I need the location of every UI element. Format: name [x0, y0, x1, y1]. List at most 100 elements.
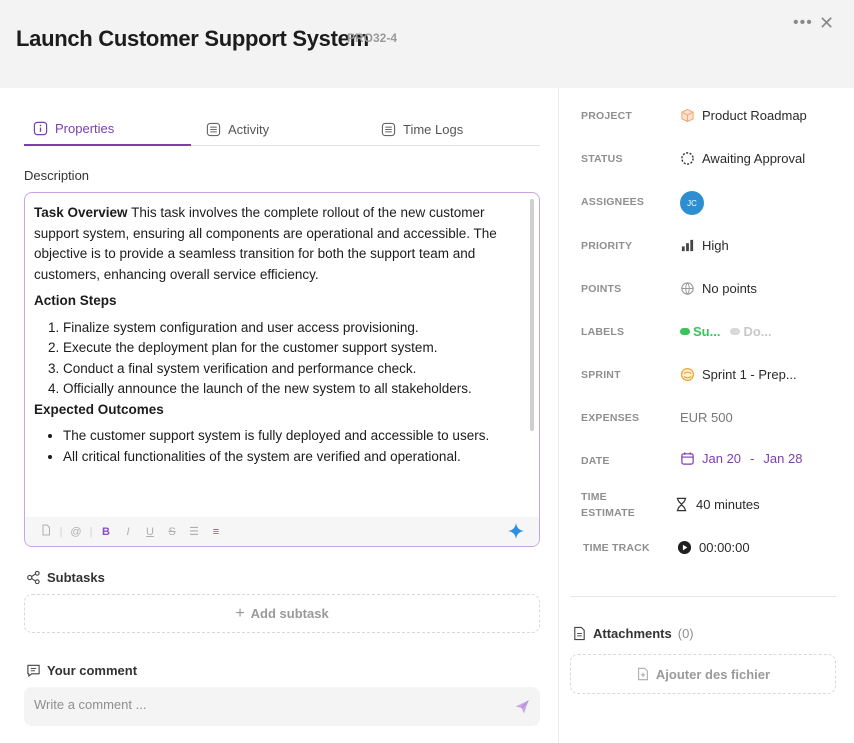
label-dot — [680, 328, 690, 335]
label-text: Su... — [693, 324, 721, 339]
avatar[interactable]: JC — [680, 191, 704, 215]
comment-label: Your comment — [47, 663, 138, 678]
ai-sparkle-icon[interactable] — [507, 522, 525, 540]
priority-bars-icon — [681, 239, 694, 252]
editor-toolbar: | @ | B I U S ☰ ≡ — [25, 517, 539, 546]
list-icon — [206, 122, 221, 136]
time-estimate-label-line1: TIME — [581, 491, 607, 503]
add-files-button[interactable]: Ajouter des fichier — [570, 654, 836, 694]
expenses-value[interactable]: EUR 500 — [680, 410, 733, 425]
status-pending-icon — [681, 152, 694, 165]
project-name: Product Roadmap — [702, 108, 807, 123]
sprint-label: SPRINT — [581, 369, 621, 381]
bold-button[interactable]: B — [95, 526, 117, 538]
attachments-count: (0) — [677, 626, 694, 641]
tab-properties-label: Properties — [55, 120, 115, 136]
attach-file-icon[interactable] — [35, 524, 57, 539]
overview-paragraph: Task Overview This task involves the com… — [34, 203, 513, 285]
expenses-label: EXPENSES — [581, 412, 640, 424]
points-value[interactable]: No points — [680, 281, 757, 296]
file-add-icon — [638, 667, 648, 681]
info-icon — [33, 121, 48, 135]
tab-time-logs[interactable]: Time Logs — [381, 112, 463, 146]
status-text: Awaiting Approval — [702, 151, 806, 166]
numbered-list-button[interactable]: ≡ — [205, 526, 227, 538]
editor-scrollbar[interactable] — [530, 199, 534, 431]
list-item: Execute the deployment plan for the cust… — [63, 338, 513, 359]
project-value[interactable]: Product Roadmap — [680, 108, 807, 123]
expected-outcomes-list: The customer support system is fully dep… — [34, 426, 513, 467]
list-item: All critical functionalities of the syst… — [63, 447, 513, 468]
italic-button[interactable]: I — [117, 526, 139, 538]
priority-text: High — [702, 238, 729, 253]
tab-bar: Properties Activity Time Logs — [24, 112, 540, 146]
tab-activity[interactable]: Activity — [206, 112, 269, 146]
bullet-list-button[interactable]: ☰ — [183, 525, 205, 538]
assignees-label: ASSIGNEES — [581, 196, 645, 208]
time-estimate-text: 40 minutes — [696, 497, 760, 512]
label-chip[interactable]: Su... — [680, 324, 720, 339]
label-chip[interactable]: Do... — [730, 324, 772, 339]
assignees-value[interactable]: JC — [680, 191, 704, 215]
strikethrough-button[interactable]: S — [161, 526, 183, 538]
list-item: Conduct a final system verification and … — [63, 359, 513, 380]
status-label: STATUS — [581, 153, 623, 165]
time-track-value[interactable]: 00:00:00 — [677, 540, 750, 555]
time-track-text: 00:00:00 — [699, 540, 750, 555]
subtasks-label: Subtasks — [47, 570, 105, 585]
add-files-label: Ajouter des fichier — [655, 666, 771, 682]
sprint-value[interactable]: Sprint 1 - Prep... — [680, 367, 797, 382]
send-icon[interactable] — [514, 699, 530, 715]
subtasks-icon — [27, 570, 40, 585]
description-editor[interactable]: Task Overview This task involves the com… — [24, 192, 540, 547]
package-icon — [681, 108, 694, 123]
points-label: POINTS — [581, 283, 622, 295]
list-icon — [381, 122, 396, 136]
hourglass-icon — [676, 497, 687, 512]
expected-outcomes-heading: Expected Outcomes — [34, 401, 164, 417]
toolbar-separator: | — [59, 525, 63, 538]
panel-separator — [570, 596, 836, 597]
list-item: The customer support system is fully dep… — [63, 426, 513, 447]
status-value[interactable]: Awaiting Approval — [680, 151, 805, 166]
date-end: Jan 28 — [763, 451, 803, 466]
underline-button[interactable]: U — [139, 526, 161, 538]
add-subtask-button[interactable]: + Add subtask — [24, 594, 540, 633]
sprint-icon — [680, 367, 695, 382]
label-dot — [730, 328, 741, 335]
date-separator: - — [750, 451, 755, 466]
task-header: Launch Customer Support System PRO32-4 •… — [0, 0, 854, 88]
project-label: PROJECT — [581, 110, 632, 122]
close-icon[interactable]: ✕ — [819, 13, 834, 34]
calendar-icon — [681, 452, 694, 465]
task-title[interactable]: Launch Customer Support System — [16, 26, 369, 52]
toolbar-separator: | — [89, 525, 93, 538]
play-icon[interactable] — [677, 540, 692, 555]
add-subtask-label: Add subtask — [250, 606, 329, 621]
mention-icon[interactable]: @ — [65, 526, 87, 538]
tab-activity-label: Activity — [228, 121, 270, 137]
task-id: PRO32-4 — [347, 31, 398, 45]
labels-value[interactable]: Su... Do... — [680, 324, 772, 339]
tab-properties[interactable]: Properties — [24, 112, 191, 146]
time-estimate-label-line2: ESTIMATE — [581, 507, 635, 519]
description-content[interactable]: Task Overview This task involves the com… — [25, 193, 531, 517]
list-item: Officially announce the launch of the ne… — [63, 379, 513, 400]
comment-heading: Your comment — [26, 663, 137, 678]
points-text: No points — [702, 281, 757, 296]
date-start: Jan 20 — [702, 451, 742, 466]
time-estimate-value[interactable]: 40 minutes — [674, 497, 760, 512]
priority-value[interactable]: High — [680, 238, 729, 253]
date-value[interactable]: Jan 20 - Jan 28 — [680, 451, 802, 466]
comment-input[interactable] — [34, 697, 494, 712]
subtasks-heading: Subtasks — [26, 570, 105, 585]
more-options-icon[interactable]: ••• — [793, 14, 813, 32]
attachments-label: Attachments — [593, 626, 672, 641]
overview-title: Task Overview — [34, 205, 128, 220]
priority-label: PRIORITY — [581, 240, 633, 252]
action-steps-list: Finalize system configuration and user a… — [34, 318, 513, 400]
label-text: Do... — [743, 324, 772, 339]
time-track-label: TIME TRACK — [583, 542, 650, 554]
description-label: Description — [24, 168, 90, 183]
attachment-file-icon — [574, 626, 585, 641]
